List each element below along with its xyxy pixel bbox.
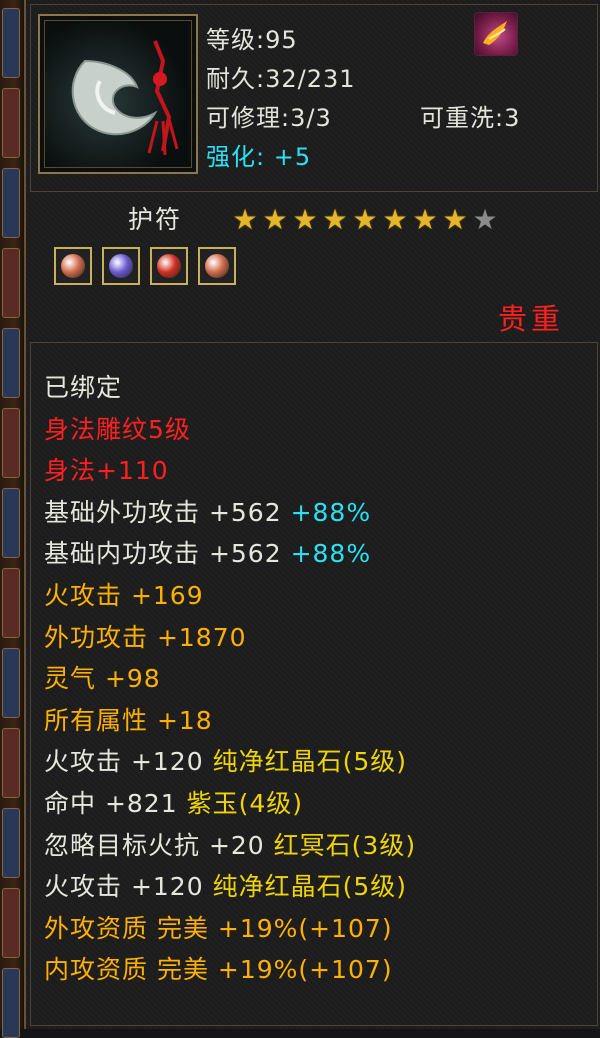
stat-text: 火攻击 +120 [44,872,213,902]
rarity-label: 贵重 [497,302,564,336]
strip-slot[interactable] [2,728,20,798]
gem-red-green-icon [54,247,92,285]
stat-line: 内攻资质 完美 +19%(+107) [44,950,393,986]
stat-text: 外攻资质 完美 +19%(+107) [44,913,393,943]
stat-line: 火攻击 +169 [44,576,204,612]
strip-slot[interactable] [2,968,20,1038]
stat-text: 外功攻击 +1870 [44,622,247,652]
repair-label: 可修理: [206,104,291,132]
star-filled-icon: ★ [352,203,378,236]
stat-line: 基础外功攻击 +562 +88% [44,493,371,529]
repair-value: 3/3 [290,104,332,132]
gem-red-icon [150,247,188,285]
durability-value: 32/231 [265,65,356,93]
enhance-row: 强化: +5 [206,137,311,172]
strip-slot[interactable] [2,488,20,558]
level-label: 等级: [206,26,266,54]
phoenix-badge-icon [474,12,518,56]
strip-slot[interactable] [2,568,20,638]
enhance-label: 强化: [206,143,266,171]
rewash-row: 可重洗:3 [420,98,520,133]
stat-line: 身法雕纹5级 [44,410,191,446]
durability-row: 耐久:32/231 [206,59,356,94]
strip-slot[interactable] [2,648,20,718]
stat-text: 身法+110 [44,456,169,486]
stat-text: 灵气 +98 [44,664,161,694]
gem-red-green-icon [198,247,236,285]
rewash-label: 可重洗: [420,104,505,132]
stat-text: 火攻击 +120 [44,747,213,777]
star-filled-icon: ★ [262,203,288,236]
strip-slot[interactable] [2,328,20,398]
stat-line: 基础内功攻击 +562 +88% [44,534,371,570]
star-filled-icon: ★ [382,203,408,236]
star-rating: ★ ★ ★ ★ ★ ★ ★ ★ ★ [230,203,500,237]
stat-text: 内攻资质 完美 +19%(+107) [44,955,393,985]
side-inventory-strip [0,0,26,1038]
star-filled-icon: ★ [442,203,468,236]
level-row: 等级:95 [206,20,298,55]
strip-slot[interactable] [2,168,20,238]
stat-line: 火攻击 +120 纯净红晶石(5级) [44,867,407,903]
stat-line: 已绑定 [44,368,122,404]
stat-text: 命中 +821 [44,789,187,818]
stat-text: 忽略目标火抗 +20 [44,830,274,860]
rewash-value: 3 [504,104,521,132]
stat-line: 身法+110 [44,451,169,487]
strip-slot[interactable] [2,888,20,958]
level-value: 95 [265,26,298,54]
item-name: 护符 [128,205,183,234]
strip-slot[interactable] [2,88,20,158]
enhance-value: +5 [273,143,312,171]
strip-slot[interactable] [2,248,20,318]
stat-extra: 紫玉(4级) [186,789,303,818]
stat-text: 火攻击 +169 [44,581,204,610]
stat-extra: 纯净红晶石(5级) [212,872,407,902]
stat-line: 命中 +821 紫玉(4级) [44,784,303,820]
stat-extra: 红冥石(3级) [273,830,417,860]
stat-text: 基础内功攻击 +562 [44,539,282,569]
repair-row: 可修理:3/3 [206,98,332,133]
stat-line: 火攻击 +120 纯净红晶石(5级) [44,742,407,778]
stat-extra: +88% [281,497,372,527]
stat-line: 忽略目标火抗 +20 红冥石(3级) [44,826,416,862]
strip-slot[interactable] [2,408,20,478]
star-filled-icon: ★ [232,203,258,236]
stat-text: 所有属性 +18 [44,705,213,735]
stat-extra: 纯净红晶石(5级) [212,747,407,777]
gem-purple-icon [102,247,140,285]
stat-text: 已绑定 [44,373,123,402]
star-filled-icon: ★ [292,203,318,236]
star-filled-icon: ★ [412,203,438,236]
stat-text: 身法雕纹5级 [44,414,191,444]
star-filled-icon: ★ [322,203,348,236]
item-icon-slot [38,14,198,174]
stat-extra: +88% [281,539,372,569]
stat-line: 所有属性 +18 [44,701,213,737]
strip-slot[interactable] [2,808,20,878]
stat-text: 基础外功攻击 +562 [44,497,282,527]
star-empty-icon: ★ [472,203,498,236]
stat-line: 外攻资质 完美 +19%(+107) [44,909,393,945]
strip-slot[interactable] [2,8,20,78]
stat-line: 灵气 +98 [44,659,161,695]
stat-line: 外功攻击 +1870 [44,618,247,654]
jade-amulet-icon [44,20,192,168]
durability-label: 耐久: [206,65,266,93]
